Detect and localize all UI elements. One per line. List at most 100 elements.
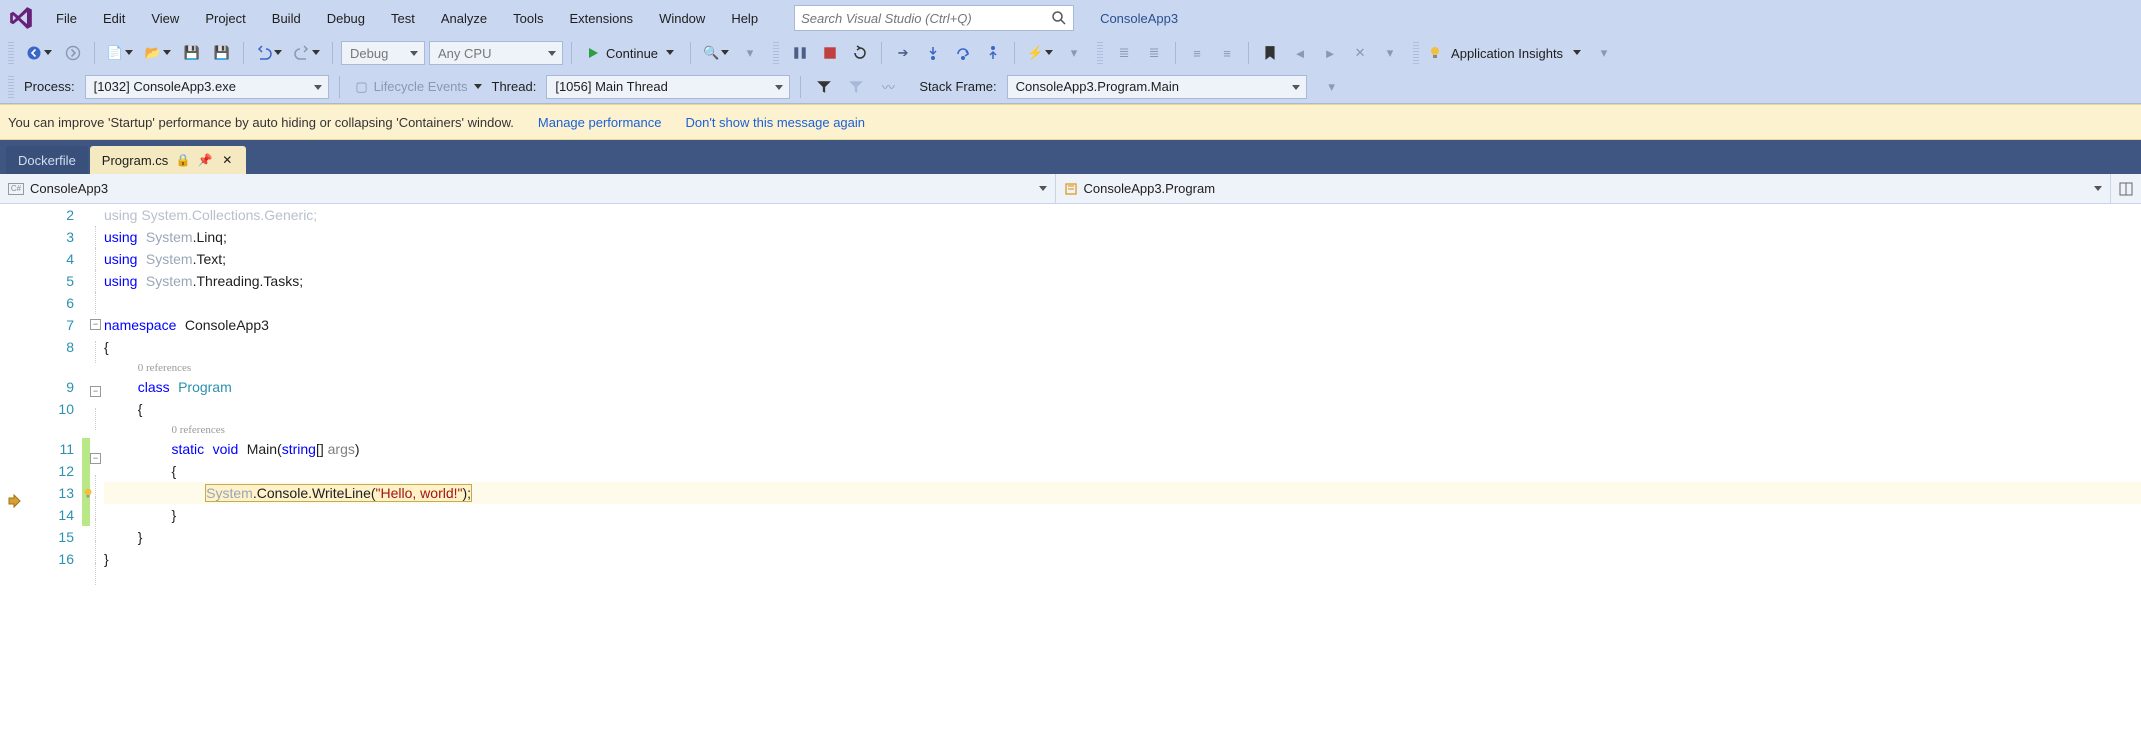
code-nav-bar: C# ConsoleApp3 ConsoleApp3.Program: [0, 174, 2141, 204]
overflow-icon[interactable]: ▾: [1061, 40, 1087, 66]
toolbar-grip[interactable]: [1097, 42, 1103, 64]
stop-debugging-button[interactable]: [817, 40, 843, 66]
app-insights-label: Application Insights: [1451, 46, 1563, 61]
standard-toolbar: 📄 📂 💾 💾 Debug Any CPU Continue 🔍 ▾ ➔ ⚡ ▾…: [0, 36, 2141, 70]
tab-program-cs[interactable]: Program.cs 🔒 📌 ✕: [90, 146, 246, 174]
solution-platform-combo[interactable]: Any CPU: [429, 41, 563, 65]
menu-view[interactable]: View: [139, 7, 191, 30]
increase-indent-button[interactable]: ≣: [1141, 40, 1167, 66]
close-icon[interactable]: ✕: [220, 153, 234, 167]
solution-config-combo[interactable]: Debug: [341, 41, 425, 65]
overflow-icon[interactable]: ▾: [1591, 40, 1617, 66]
undo-button[interactable]: [252, 40, 286, 66]
line-number-gutter: 2345678910111213141516: [28, 204, 82, 585]
step-out-button[interactable]: [980, 40, 1006, 66]
code-editor[interactable]: 2345678910111213141516 − − − using System.…: [0, 204, 2141, 585]
separator: [1014, 42, 1015, 64]
open-file-button[interactable]: 📂: [141, 40, 175, 66]
step-over-button[interactable]: [950, 40, 976, 66]
class-dropdown[interactable]: ConsoleApp3.Program: [1056, 174, 2112, 203]
menu-debug[interactable]: Debug: [315, 7, 377, 30]
filter-threads-button[interactable]: [811, 74, 837, 100]
prev-bookmark-button[interactable]: ◄: [1287, 40, 1313, 66]
document-tab-bar: Dockerfile Program.cs 🔒 📌 ✕: [0, 140, 2141, 174]
apply-code-changes-button[interactable]: ⚡: [1023, 40, 1057, 66]
redo-button[interactable]: [290, 40, 324, 66]
bookmark-button[interactable]: [1257, 40, 1283, 66]
nav-forward-button[interactable]: [60, 40, 86, 66]
chevron-down-icon[interactable]: [1573, 50, 1581, 56]
project-dropdown[interactable]: C# ConsoleApp3: [0, 174, 1056, 203]
lifecycle-icon: ▢: [354, 79, 370, 95]
flag-thread-button[interactable]: [843, 74, 869, 100]
fold-toggle[interactable]: −: [90, 319, 101, 330]
lifecycle-events-combo[interactable]: ▢ Lifecycle Events: [350, 79, 486, 95]
solution-name-label: ConsoleApp3: [1090, 7, 1188, 30]
manage-performance-link[interactable]: Manage performance: [538, 115, 662, 130]
next-bookmark-button[interactable]: ►: [1317, 40, 1343, 66]
menu-tools[interactable]: Tools: [501, 7, 555, 30]
stack-frame-combo[interactable]: ConsoleApp3.Program.Main: [1007, 75, 1307, 99]
threads-icon[interactable]: 〰: [875, 74, 901, 100]
menu-project[interactable]: Project: [193, 7, 257, 30]
quick-launch-input[interactable]: [801, 11, 1051, 26]
search-icon: [1051, 10, 1067, 26]
process-combo[interactable]: [1032] ConsoleApp3.exe: [85, 75, 329, 99]
debug-location-toolbar: Process: [1032] ConsoleApp3.exe ▢ Lifecy…: [0, 70, 2141, 104]
show-next-statement-button[interactable]: ➔: [890, 40, 916, 66]
continue-button[interactable]: Continue: [580, 40, 682, 66]
lightbulb-icon[interactable]: [82, 482, 94, 504]
separator: [571, 42, 572, 64]
process-label: Process:: [24, 79, 75, 94]
nav-back-button[interactable]: [22, 40, 56, 66]
restart-button[interactable]: [847, 40, 873, 66]
tab-label: Program.cs: [102, 153, 168, 168]
step-into-button[interactable]: [920, 40, 946, 66]
toolbar-grip[interactable]: [8, 76, 14, 98]
save-all-button[interactable]: 💾: [209, 40, 235, 66]
quick-launch-search[interactable]: [794, 5, 1074, 31]
comment-button[interactable]: ≡: [1184, 40, 1210, 66]
menu-analyze[interactable]: Analyze: [429, 7, 499, 30]
toolbar-grip[interactable]: [1413, 42, 1419, 64]
uncomment-button[interactable]: ≡: [1214, 40, 1240, 66]
clear-bookmarks-button[interactable]: ✕: [1347, 40, 1373, 66]
menu-edit[interactable]: Edit: [91, 7, 137, 30]
new-project-button[interactable]: 📄: [103, 40, 137, 66]
fold-toggle[interactable]: −: [90, 453, 101, 464]
toolbar-grip[interactable]: [8, 42, 14, 64]
menu-test[interactable]: Test: [379, 7, 427, 30]
overflow-icon[interactable]: ▾: [1319, 74, 1345, 100]
separator: [243, 42, 244, 64]
menu-window[interactable]: Window: [647, 7, 717, 30]
overflow-icon[interactable]: ▾: [1377, 40, 1403, 66]
info-message: You can improve 'Startup' performance by…: [8, 115, 514, 130]
toolbar-grip[interactable]: [773, 42, 779, 64]
breakpoint-margin[interactable]: [0, 204, 28, 585]
csharp-icon: C#: [8, 183, 24, 195]
separator: [800, 76, 801, 98]
menu-extensions[interactable]: Extensions: [557, 7, 645, 30]
menu-bar: File Edit View Project Build Debug Test …: [0, 0, 2141, 36]
separator: [94, 42, 95, 64]
split-editor-button[interactable]: [2111, 174, 2141, 203]
find-in-files-button[interactable]: 🔍: [699, 40, 733, 66]
save-button[interactable]: 💾: [179, 40, 205, 66]
code-content[interactable]: using System.Collections.Generic;using S…: [104, 204, 2141, 585]
thread-combo[interactable]: [1056] Main Thread: [546, 75, 790, 99]
tab-dockerfile[interactable]: Dockerfile: [6, 146, 88, 174]
decrease-indent-button[interactable]: ≣: [1111, 40, 1137, 66]
overflow-icon[interactable]: ▾: [737, 40, 763, 66]
menu-help[interactable]: Help: [719, 7, 770, 30]
break-all-button[interactable]: [787, 40, 813, 66]
menu-file[interactable]: File: [44, 7, 89, 30]
outline-margin[interactable]: − − −: [90, 204, 104, 585]
menu-build[interactable]: Build: [260, 7, 313, 30]
fold-toggle[interactable]: −: [90, 386, 101, 397]
separator: [1248, 42, 1249, 64]
pin-icon[interactable]: 📌: [198, 153, 212, 167]
separator: [332, 42, 333, 64]
separator: [881, 42, 882, 64]
separator: [339, 76, 340, 98]
dismiss-message-link[interactable]: Don't show this message again: [685, 115, 865, 130]
